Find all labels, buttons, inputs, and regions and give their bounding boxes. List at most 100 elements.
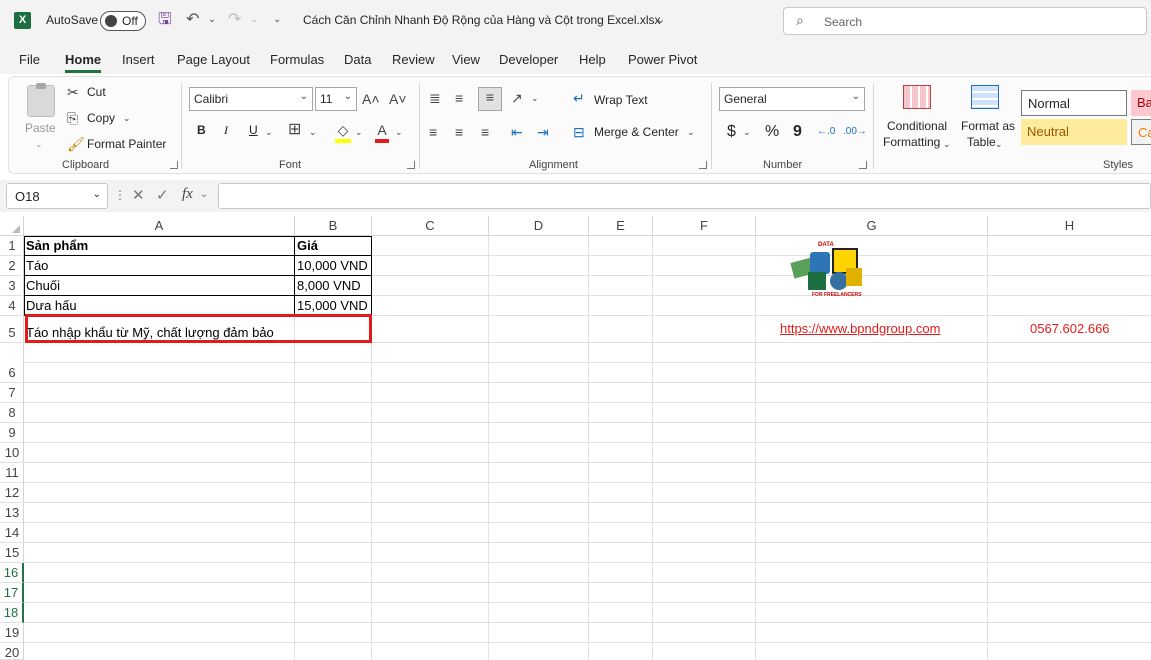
percent-button[interactable]: % [765,123,779,141]
undo-icon[interactable]: ↶ [186,10,199,30]
row-header[interactable]: 16 [0,563,24,583]
formatting-label[interactable]: Formatting [883,135,940,149]
fx-dropdown-icon[interactable]: ⌄ [200,189,208,200]
save-icon[interactable]: 🖫 [158,10,172,30]
row-header[interactable]: 15 [0,543,24,563]
merge-center-icon[interactable]: ⊟ [573,123,585,141]
style-calculation[interactable]: Cal [1131,119,1151,145]
comma-style-button[interactable]: 9 [793,123,802,141]
underline-dropdown-icon[interactable]: ⌄ [265,123,273,141]
row-header[interactable]: 9 [0,423,24,443]
borders-dropdown-icon[interactable]: ⌄ [309,123,317,141]
font-launcher-icon[interactable] [407,161,415,169]
orientation-dropdown-icon[interactable]: ⌄ [531,89,539,107]
row-header[interactable]: 4 [0,296,24,316]
cell-a2[interactable]: Táo [24,257,48,275]
row-header[interactable]: 17 [0,583,24,603]
cut-icon[interactable]: ✂ [67,83,79,101]
name-box[interactable]: O18 ⌄ [6,183,108,209]
row-header[interactable]: 8 [0,403,24,423]
table-dropdown-icon[interactable]: ⌄ [995,135,1003,153]
row-header[interactable]: 11 [0,463,24,483]
cell-a4[interactable]: Dưa hấu [24,297,77,315]
paste-dropdown-icon[interactable]: ⌄ [35,135,43,153]
undo-dropdown-icon[interactable]: ⌄ [208,10,216,30]
copy-icon[interactable]: ⎘ [67,109,78,127]
cell-b3[interactable]: 8,000 VND [295,277,361,295]
align-right-icon[interactable]: ≡ [481,123,489,141]
paste-icon[interactable] [27,83,55,117]
tab-help[interactable]: Help [579,52,606,67]
bottom-align-icon[interactable]: ≡ [478,87,502,111]
select-all-button[interactable] [0,216,24,236]
decrease-decimal-icon[interactable]: .00→ [843,123,867,141]
cell-a3[interactable]: Chuối [24,277,60,295]
cell-b2[interactable]: 10,000 VND [295,257,368,275]
format-painter-button[interactable]: Format Painter [87,137,166,151]
currency-dropdown-icon[interactable]: ⌄ [743,123,751,141]
tab-home[interactable]: Home [65,52,101,67]
insert-function-button[interactable]: fx [182,186,193,203]
increase-indent-icon[interactable]: ⇥ [537,123,549,141]
worksheet-grid[interactable]: Sản phẩm Giá Táo 10,000 VND Chuối 8,000 … [24,236,1151,660]
row-header[interactable]: 1 [0,236,24,256]
tab-formulas[interactable]: Formulas [270,52,324,67]
fill-color-icon[interactable]: ◇ [335,121,351,143]
autosave-toggle[interactable]: Off [100,11,146,31]
tab-review[interactable]: Review [392,52,435,67]
font-size-select[interactable]: 11 ⌄ [315,87,357,111]
style-neutral[interactable]: Neutral [1021,119,1127,145]
style-normal[interactable]: Normal [1021,90,1127,116]
format-as-label[interactable]: Format as [961,119,1015,133]
merge-dropdown-icon[interactable]: ⌄ [687,123,695,141]
tab-page-layout[interactable]: Page Layout [177,52,250,67]
increase-font-icon[interactable]: A˄ [362,90,380,108]
cancel-icon[interactable]: ✕ [132,186,145,204]
currency-button[interactable]: $ [727,123,736,141]
tab-view[interactable]: View [452,52,480,67]
conditional-label[interactable]: Conditional [887,119,947,133]
tab-insert[interactable]: Insert [122,52,155,67]
align-center-icon[interactable]: ≡ [455,123,463,141]
cell-a1[interactable]: Sản phẩm [24,237,88,255]
column-header-b[interactable]: B [295,216,372,236]
row-header[interactable]: 18 [0,603,24,623]
row-header[interactable]: 3 [0,276,24,296]
conditional-dropdown-icon[interactable]: ⌄ [943,135,951,153]
tab-power-pivot[interactable]: Power Pivot [628,52,697,67]
row-header[interactable]: 20 [0,643,24,660]
orientation-icon[interactable]: ↗ [511,89,523,107]
table-label[interactable]: Table [967,135,996,149]
cut-button[interactable]: Cut [87,85,106,99]
italic-button[interactable]: I [224,123,228,138]
row-header[interactable]: 13 [0,503,24,523]
wrap-text-button[interactable]: Wrap Text [594,93,648,107]
bpnd-logo-image[interactable]: DATA FOR FREELANCERS [780,242,878,302]
row-header[interactable]: 7 [0,383,24,403]
decrease-indent-icon[interactable]: ⇤ [511,123,523,141]
font-color-dropdown-icon[interactable]: ⌄ [395,123,403,141]
column-header-c[interactable]: C [372,216,489,236]
cell-b4[interactable]: 15,000 VND [295,297,368,315]
filename-dropdown-icon[interactable]: ⌄ [656,10,665,30]
font-name-select[interactable]: Calibri ⌄ [189,87,313,111]
search-box[interactable]: ⌕ Search [783,7,1147,35]
number-format-select[interactable]: General ⌄ [719,87,865,111]
customize-toolbar-icon[interactable]: ⌄ [273,10,281,30]
column-header-e[interactable]: E [589,216,653,236]
increase-decimal-icon[interactable]: ←.0 [817,123,835,141]
paste-button[interactable]: Paste [25,121,56,135]
decrease-font-icon[interactable]: A˅ [389,90,407,108]
align-left-icon[interactable]: ≡ [429,123,437,141]
column-header-h[interactable]: H [988,216,1151,236]
row-header[interactable]: 14 [0,523,24,543]
top-align-icon[interactable]: ≣ [429,89,441,107]
fill-dropdown-icon[interactable]: ⌄ [355,123,363,141]
merge-center-button[interactable]: Merge & Center [594,125,679,139]
alignment-launcher-icon[interactable] [699,161,707,169]
format-painter-icon[interactable]: 🖌 [67,135,85,153]
clipboard-launcher-icon[interactable] [170,161,178,169]
row-header[interactable]: 19 [0,623,24,643]
redo-icon[interactable]: ↷ [228,10,241,30]
column-header-g[interactable]: G [756,216,988,236]
